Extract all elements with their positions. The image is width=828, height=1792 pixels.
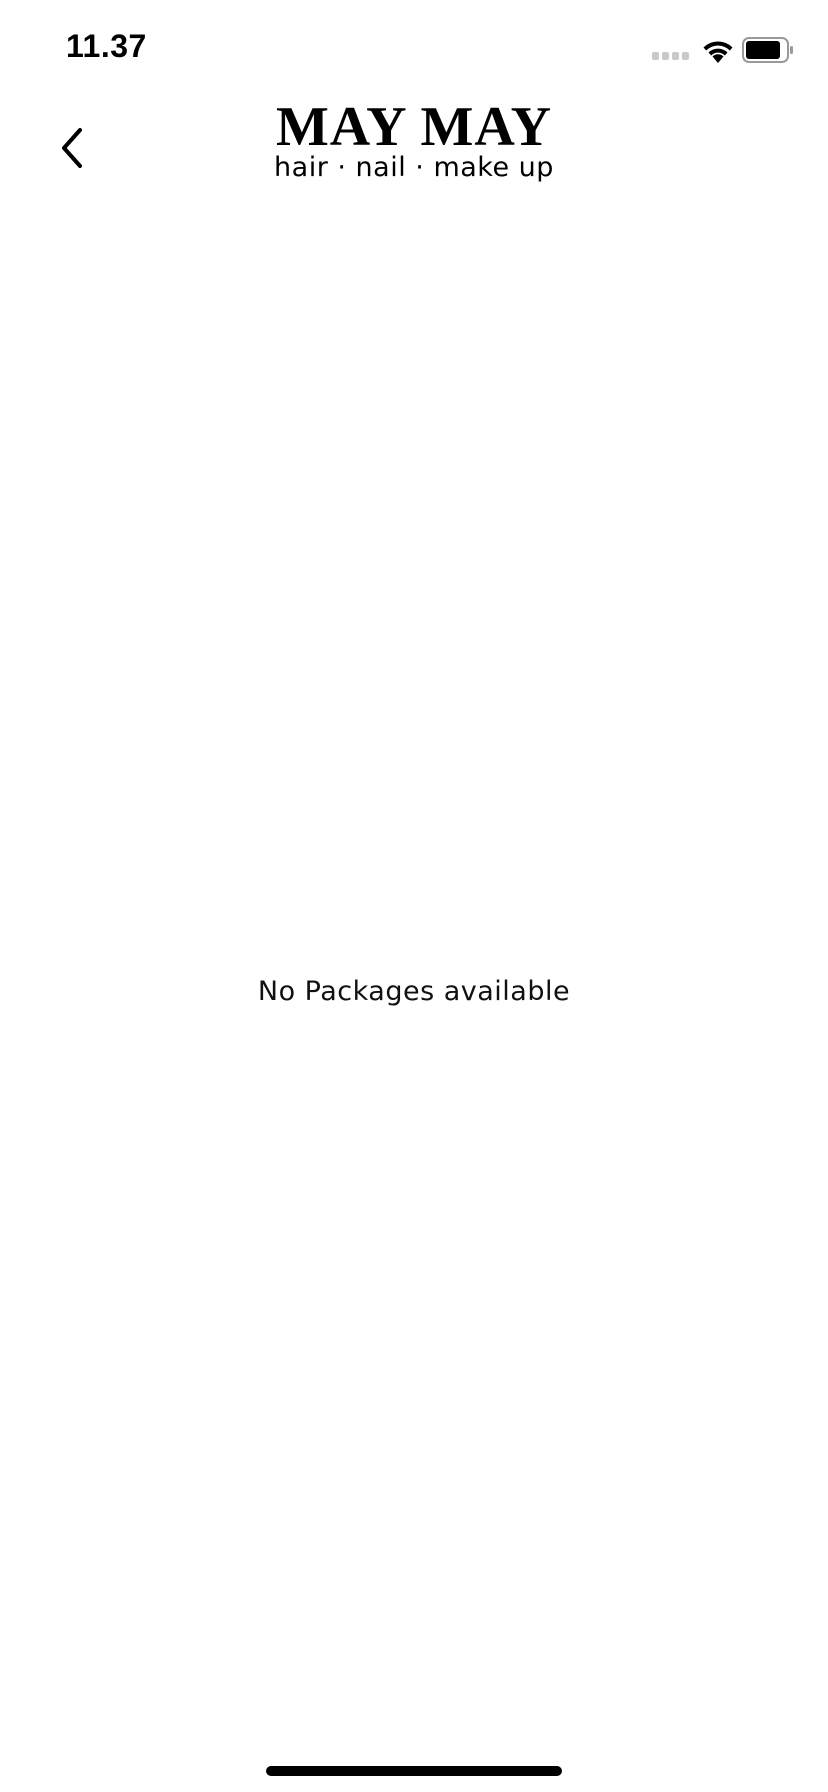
brand-logo: MAY MAY hair · nail · make up (0, 96, 828, 182)
logo-title: MAY MAY (275, 96, 553, 158)
cellular-signal-icon (652, 52, 689, 60)
empty-state-message: No Packages available (257, 976, 571, 1007)
status-time: 11.37 (66, 28, 147, 64)
wifi-icon (703, 41, 733, 63)
status-bar: 11.37 (0, 0, 828, 96)
logo-tagline: hair · nail · make up (274, 152, 554, 183)
battery-icon (742, 37, 793, 63)
home-indicator[interactable] (266, 1766, 562, 1776)
navigation-bar: MAY MAY hair · nail · make up (0, 96, 828, 206)
